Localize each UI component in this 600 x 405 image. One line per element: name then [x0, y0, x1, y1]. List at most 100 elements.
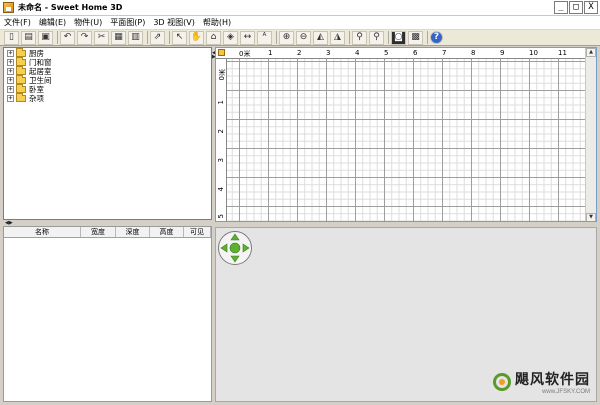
ruler-tick: 2: [297, 49, 302, 57]
menu-bar: 文件(F) 编辑(E) 物件(U) 平面图(P) 3D 视图(V) 帮助(H): [0, 16, 600, 30]
maximize-button[interactable]: □: [569, 1, 583, 14]
toolbar-separator: [57, 31, 58, 44]
ruler-tick: 1: [217, 100, 225, 105]
window-title: 未命名 - Sweet Home 3D: [18, 3, 123, 12]
new-icon[interactable]: ▯: [4, 30, 19, 45]
save-icon[interactable]: ▣: [38, 30, 53, 45]
expand-icon[interactable]: +: [7, 86, 14, 93]
ruler-tick: 3: [326, 49, 331, 57]
pan-icon[interactable]: ✋: [189, 30, 204, 45]
italic-text-icon[interactable]: ◮: [330, 30, 345, 45]
column-depth[interactable]: 深度: [116, 227, 150, 237]
scroll-up-icon[interactable]: ▲: [586, 48, 596, 57]
navigation-arrows-icon[interactable]: [218, 231, 252, 265]
furniture-catalog-tree[interactable]: + 厨房 + 门和窗 + 起居室 + 卫生间 + 卧室 + 杂项: [3, 47, 212, 220]
ruler-tick: 10: [529, 49, 538, 57]
ruler-tick: 0米: [218, 69, 226, 81]
folder-icon: [16, 57, 26, 66]
menu-furniture[interactable]: 物件(U): [70, 17, 106, 28]
furniture-table[interactable]: 名称 宽度 深度 高度 可见: [3, 226, 212, 402]
close-button[interactable]: X: [584, 1, 598, 14]
folder-icon: [16, 75, 26, 84]
ruler-tick: 8: [471, 49, 476, 57]
title-bar: 未命名 - Sweet Home 3D _ □ X: [0, 0, 600, 16]
plan-grid[interactable]: [227, 59, 586, 221]
column-height[interactable]: 高度: [150, 227, 184, 237]
expand-icon[interactable]: +: [7, 77, 14, 84]
menu-edit[interactable]: 编辑(E): [35, 17, 70, 28]
watermark-text: 飓风软件园 www.JFSKY.COM: [515, 369, 590, 395]
ruler-tick: 5: [384, 49, 389, 57]
ruler-tick: 9: [500, 49, 505, 57]
copy-icon[interactable]: ▦: [111, 30, 126, 45]
help-icon[interactable]: ?: [430, 31, 443, 44]
watermark: 飓风软件园 www.JFSKY.COM: [493, 369, 590, 395]
increase-text-icon[interactable]: ⊕: [279, 30, 294, 45]
redo-icon[interactable]: ↷: [77, 30, 92, 45]
expand-icon[interactable]: +: [7, 95, 14, 102]
ruler-tick: 2: [217, 129, 225, 134]
expand-icon[interactable]: +: [7, 59, 14, 66]
ruler-top: 0米 1 2 3 4 5 6 7 8 9 10 11: [216, 48, 586, 59]
create-dimensions-icon[interactable]: ↔: [240, 30, 255, 45]
watermark-logo-icon: [493, 373, 511, 391]
add-furniture-icon[interactable]: ⇗: [150, 30, 165, 45]
column-width[interactable]: 宽度: [81, 227, 116, 237]
menu-plan[interactable]: 平面图(P): [106, 17, 149, 28]
app-icon: [3, 2, 14, 13]
menu-3d-view[interactable]: 3D 视图(V): [149, 17, 199, 28]
ruler-tick: 3: [217, 158, 225, 163]
watermark-url: www.JFSKY.COM: [542, 389, 590, 395]
scroll-down-icon[interactable]: ▼: [586, 213, 596, 221]
ruler-tick: 4: [355, 49, 360, 57]
open-icon[interactable]: ▤: [21, 30, 36, 45]
select-icon[interactable]: ↖: [172, 30, 187, 45]
catalog-category-label: 杂项: [29, 94, 44, 103]
create-video-icon[interactable]: ▩: [408, 30, 423, 45]
plan-corner-icon: [218, 49, 225, 56]
menu-help[interactable]: 帮助(H): [199, 17, 235, 28]
zoom-in-icon[interactable]: ⚲: [352, 30, 367, 45]
expand-icon[interactable]: +: [7, 50, 14, 57]
create-walls-icon[interactable]: ⌂: [206, 30, 221, 45]
plan-vertical-scrollbar[interactable]: ▲ ▼: [585, 48, 596, 221]
table-header: 名称 宽度 深度 高度 可见: [4, 227, 211, 238]
decrease-text-icon[interactable]: ⊖: [296, 30, 311, 45]
toolbar-separator: [349, 31, 350, 44]
window-controls: _ □ X: [554, 1, 598, 14]
toolbar-separator: [169, 31, 170, 44]
undo-icon[interactable]: ↶: [60, 30, 75, 45]
plan-view[interactable]: 0米 1 2 3 4 5 6 7 8 9 10 11 0米 1 2 3 4 5 …: [215, 47, 597, 222]
catalog-category[interactable]: + 杂项: [7, 93, 211, 103]
folder-icon: [16, 93, 26, 102]
ruler-left: 0米 1 2 3 4 5: [216, 59, 227, 221]
create-photo-icon[interactable]: ◙: [391, 30, 406, 45]
toolbar-separator: [427, 31, 428, 44]
create-labels-icon[interactable]: ᴬ: [257, 30, 272, 45]
folder-icon: [16, 48, 26, 57]
ruler-tick: 4: [217, 187, 225, 192]
watermark-name: 飓风软件园: [515, 372, 590, 388]
menu-file[interactable]: 文件(F): [0, 17, 35, 28]
column-visible[interactable]: 可见: [184, 227, 211, 237]
ruler-tick: 7: [442, 49, 447, 57]
create-rooms-icon[interactable]: ◈: [223, 30, 238, 45]
3d-view[interactable]: 飓风软件园 www.JFSKY.COM: [215, 227, 597, 402]
navigation-control[interactable]: [218, 231, 252, 265]
toolbar: ▯ ▤ ▣ ↶ ↷ ✂ ▦ ▥ ⇗ ↖ ✋ ⌂ ◈ ↔ ᴬ ⊕ ⊖ ◭ ◮ ⚲ …: [0, 30, 600, 46]
toolbar-separator: [276, 31, 277, 44]
ruler-tick: 11: [558, 49, 567, 57]
cut-icon[interactable]: ✂: [94, 30, 109, 45]
folder-icon: [16, 84, 26, 93]
expand-icon[interactable]: +: [7, 68, 14, 75]
bold-text-icon[interactable]: ◭: [313, 30, 328, 45]
ruler-tick: 5: [217, 214, 225, 219]
paste-icon[interactable]: ▥: [128, 30, 143, 45]
zoom-out-icon[interactable]: ⚲: [369, 30, 384, 45]
toolbar-separator: [147, 31, 148, 44]
folder-icon: [16, 66, 26, 75]
ruler-tick: 1: [268, 49, 273, 57]
toolbar-separator: [388, 31, 389, 44]
minimize-button[interactable]: _: [554, 1, 568, 14]
column-name[interactable]: 名称: [4, 227, 81, 237]
